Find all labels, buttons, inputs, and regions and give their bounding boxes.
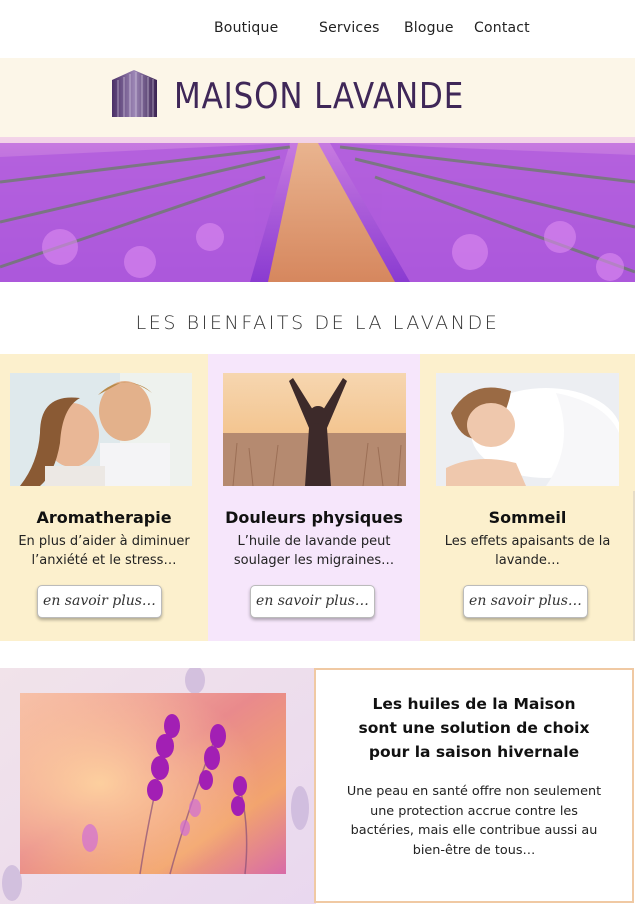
nav-services-link[interactable]: Services <box>319 20 380 36</box>
card-text: En plus d’aider à diminuer l’anxiété et … <box>18 534 190 568</box>
woman-sleeping-image <box>436 373 619 486</box>
card-title: Douleurs physiques <box>225 508 403 527</box>
en-savoir-plus-button[interactable]: en savoir plus… <box>463 585 588 618</box>
brand-header: MAISON LAVANDE <box>0 58 635 138</box>
woman-arms-raised-image <box>223 373 406 486</box>
card-title: Aromatherapie <box>36 508 172 527</box>
lavender-closeup-image <box>0 668 316 904</box>
logo-icon[interactable] <box>109 70 160 117</box>
promo-text-box: Les huiles de la Maison sont une solutio… <box>314 668 634 903</box>
hero-lavender-field-image <box>0 137 635 282</box>
card-text: L’huile de lavande peut soulager les mig… <box>233 534 395 568</box>
promo-title: Les huiles de la Maison sont une solutio… <box>358 695 590 761</box>
benefits-cards: Aromatherapie En plus d’aider à diminuer… <box>0 354 635 641</box>
promo-section: Les huiles de la Maison sont une solutio… <box>0 668 635 904</box>
nav-boutique-link[interactable]: Boutique <box>214 20 278 36</box>
couple-breathing-image <box>10 373 192 486</box>
card-douleurs-physiques: Douleurs physiques L’huile de lavande pe… <box>208 354 420 641</box>
card-text: Les effets apaisants de la lavande… <box>444 534 611 568</box>
card-aromatherapie: Aromatherapie En plus d’aider à diminuer… <box>0 354 208 641</box>
promo-text: Une peau en santé offre non seulement un… <box>346 784 602 858</box>
nav-blogue-link[interactable]: Blogue <box>404 20 454 36</box>
brand-name[interactable]: MAISON LAVANDE <box>174 76 464 117</box>
section-title: LES BIENFAITS DE LA LAVANDE <box>135 312 500 334</box>
top-nav: Boutique Services Blogue Contact <box>0 0 635 60</box>
en-savoir-plus-button[interactable]: en savoir plus… <box>37 585 162 618</box>
card-sommeil: Sommeil Les effets apaisants de la lavan… <box>420 354 635 641</box>
nav-contact-link[interactable]: Contact <box>474 20 530 36</box>
en-savoir-plus-button[interactable]: en savoir plus… <box>250 585 375 618</box>
card-title: Sommeil <box>488 508 567 527</box>
